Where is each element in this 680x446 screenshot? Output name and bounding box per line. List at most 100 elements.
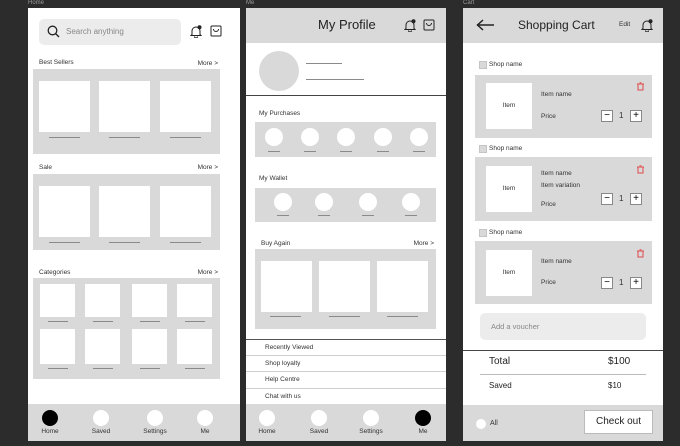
wallet-item-icon[interactable] bbox=[359, 193, 377, 211]
item-image-label: Item bbox=[502, 102, 516, 109]
cart-item: Item Item name Price − 1 + bbox=[475, 75, 652, 138]
select-all-radio[interactable] bbox=[476, 419, 486, 429]
nav-label: Home bbox=[258, 428, 276, 435]
search-input[interactable]: Search anything bbox=[39, 19, 181, 45]
category-tile[interactable] bbox=[132, 329, 167, 364]
checkout-button[interactable]: Check out bbox=[584, 410, 653, 434]
bag-icon[interactable] bbox=[423, 19, 435, 31]
decrease-button[interactable]: − bbox=[601, 110, 613, 122]
purchase-status-icon[interactable] bbox=[374, 128, 392, 146]
category-tile[interactable] bbox=[85, 284, 120, 317]
categories-more-link[interactable]: More > bbox=[178, 269, 218, 276]
nav-home[interactable]: Home bbox=[247, 410, 287, 435]
category-tile[interactable] bbox=[40, 284, 75, 317]
item-price: Price bbox=[541, 201, 556, 208]
menu-item-recently-viewed[interactable]: Recently Viewed bbox=[246, 339, 446, 356]
back-arrow-icon[interactable] bbox=[476, 19, 495, 31]
purchase-label-placeholder bbox=[304, 151, 316, 152]
item-image[interactable]: Item bbox=[486, 83, 532, 129]
product-card[interactable] bbox=[99, 81, 150, 132]
item-image[interactable]: Item bbox=[486, 250, 532, 296]
product-card[interactable] bbox=[377, 261, 428, 312]
wallet-label-placeholder bbox=[405, 215, 417, 216]
increase-button[interactable]: + bbox=[630, 193, 642, 205]
product-card[interactable] bbox=[39, 81, 90, 132]
nav-saved[interactable]: Saved bbox=[81, 410, 121, 435]
saved-label: Saved bbox=[489, 381, 512, 390]
category-tile[interactable] bbox=[177, 329, 212, 364]
buy-again-more-link[interactable]: More > bbox=[394, 240, 434, 247]
decrease-button[interactable]: − bbox=[601, 277, 613, 289]
home-screen: Search anything Best Sellers More > Sale… bbox=[28, 8, 240, 441]
increase-button[interactable]: + bbox=[630, 277, 642, 289]
wallet-label-placeholder bbox=[318, 215, 330, 216]
trash-icon[interactable] bbox=[636, 165, 645, 174]
trash-icon[interactable] bbox=[636, 82, 645, 91]
menu-item-shop-loyalty[interactable]: Shop loyalty bbox=[246, 355, 446, 372]
saved-value: $10 bbox=[608, 381, 622, 390]
shop-checkbox[interactable] bbox=[479, 61, 487, 69]
wallet-item-icon[interactable] bbox=[315, 193, 333, 211]
bell-icon[interactable] bbox=[641, 19, 653, 32]
product-card[interactable] bbox=[39, 186, 90, 237]
product-card[interactable] bbox=[261, 261, 312, 312]
shop-checkbox[interactable] bbox=[479, 145, 487, 153]
profile-summary[interactable] bbox=[246, 43, 446, 96]
increase-button[interactable]: + bbox=[630, 110, 642, 122]
page-title: Shopping Cart bbox=[518, 18, 595, 32]
item-name: Item name bbox=[541, 258, 572, 265]
shop-name: Shop name bbox=[489, 229, 523, 236]
wallet-item-icon[interactable] bbox=[402, 193, 420, 211]
sale-more-link[interactable]: More > bbox=[178, 164, 218, 171]
shop-name: Shop name bbox=[489, 61, 523, 68]
product-label-placeholder bbox=[49, 137, 80, 138]
nav-me[interactable]: Me bbox=[403, 410, 443, 435]
bell-icon[interactable] bbox=[404, 19, 416, 32]
purchase-status-icon[interactable] bbox=[410, 128, 428, 146]
menu-item-chat[interactable]: Chat with us bbox=[246, 388, 446, 405]
product-card[interactable] bbox=[160, 186, 211, 237]
product-label-placeholder bbox=[387, 316, 418, 317]
wallet-title: My Wallet bbox=[259, 175, 288, 182]
divider bbox=[480, 374, 646, 375]
category-label-placeholder bbox=[93, 321, 113, 322]
bottom-nav: Home Saved Settings Me bbox=[246, 404, 446, 441]
category-tile[interactable] bbox=[85, 329, 120, 364]
item-image[interactable]: Item bbox=[486, 166, 532, 212]
purchase-status-icon[interactable] bbox=[301, 128, 319, 146]
nav-settings[interactable]: Settings bbox=[135, 410, 175, 435]
product-card[interactable] bbox=[160, 81, 211, 132]
bag-icon[interactable] bbox=[210, 25, 222, 37]
select-all-label: All bbox=[490, 420, 498, 427]
purchase-status-icon[interactable] bbox=[337, 128, 355, 146]
nav-home[interactable]: Home bbox=[30, 410, 70, 435]
category-label-placeholder bbox=[48, 368, 68, 369]
edit-button[interactable]: Edit bbox=[619, 21, 630, 28]
trash-icon[interactable] bbox=[636, 249, 645, 258]
category-label-placeholder bbox=[185, 321, 205, 322]
nav-me[interactable]: Me bbox=[185, 410, 225, 435]
shop-checkbox[interactable] bbox=[479, 229, 487, 237]
bell-icon[interactable] bbox=[190, 25, 202, 38]
best-sellers-more-link[interactable]: More > bbox=[178, 60, 218, 67]
nav-settings[interactable]: Settings bbox=[351, 410, 391, 435]
category-label-placeholder bbox=[140, 321, 160, 322]
bottom-nav: Home Saved Settings Me bbox=[28, 404, 240, 441]
menu-item-help-centre[interactable]: Help Centre bbox=[246, 371, 446, 388]
item-variation: Item variation bbox=[541, 182, 581, 189]
item-name: Item name bbox=[541, 170, 572, 177]
purchase-label-placeholder bbox=[340, 151, 352, 152]
category-tile[interactable] bbox=[132, 284, 167, 317]
wallet-item-icon[interactable] bbox=[274, 193, 292, 211]
purchase-status-icon[interactable] bbox=[265, 128, 283, 146]
product-card[interactable] bbox=[99, 186, 150, 237]
nav-label: Saved bbox=[91, 428, 111, 435]
category-tile[interactable] bbox=[40, 329, 75, 364]
item-name: Item name bbox=[541, 91, 572, 98]
product-card[interactable] bbox=[319, 261, 370, 312]
nav-saved[interactable]: Saved bbox=[299, 410, 339, 435]
voucher-input[interactable]: Add a voucher bbox=[480, 313, 646, 340]
decrease-button[interactable]: − bbox=[601, 193, 613, 205]
avatar[interactable] bbox=[259, 51, 299, 91]
category-tile[interactable] bbox=[177, 284, 212, 317]
